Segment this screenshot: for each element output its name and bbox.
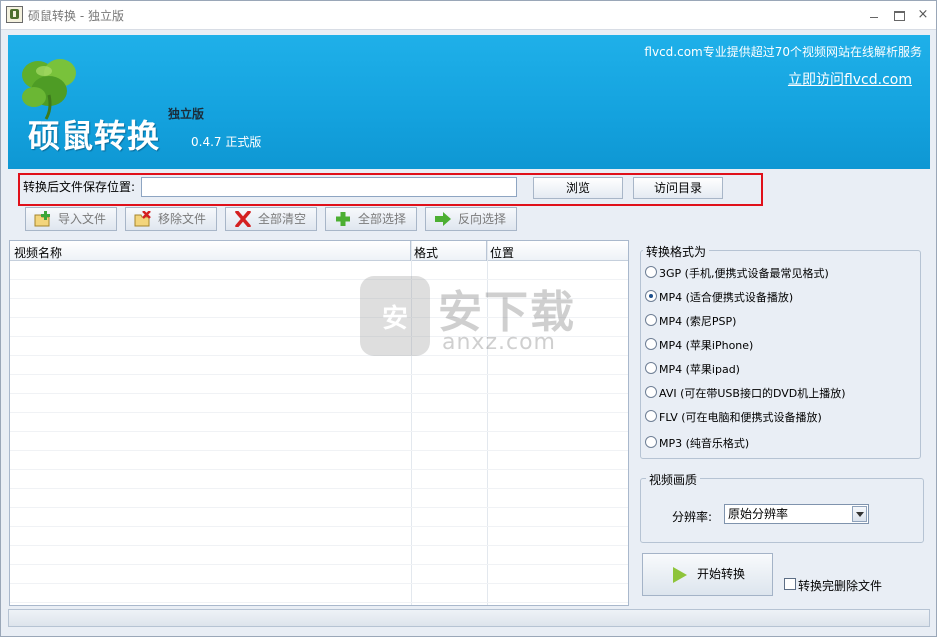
radio-button[interactable] [645,410,657,422]
remove-folder-icon [134,211,151,227]
app-icon [6,6,23,23]
radio-button[interactable] [645,362,657,374]
red-x-icon [235,211,251,227]
open-directory-button[interactable]: 访问目录 [633,177,723,199]
resolution-label: 分辨率: [672,510,713,524]
title-bar: 硕鼠转换 - 独立版 × [0,0,937,30]
table-row [10,470,628,489]
close-button[interactable]: × [913,6,933,24]
green-plus-icon [336,212,350,226]
start-convert-button[interactable]: 开始转换 [642,553,773,596]
delete-after-convert-checkbox[interactable] [784,578,796,590]
table-row [10,432,628,451]
status-bar [8,609,930,627]
green-arrow-right-icon [435,212,451,226]
column-format[interactable]: 格式 [414,244,438,261]
table-row [10,375,628,394]
column-video-name[interactable]: 视频名称 [14,244,62,261]
table-row [10,527,628,546]
window-title: 硕鼠转换 - 独立版 [28,9,124,23]
minimize-button[interactable] [864,6,884,24]
select-all-label: 全部选择 [358,212,407,226]
edition-label: 独立版 [168,107,205,121]
table-row [10,584,628,603]
remove-file-button[interactable]: 移除文件 [125,207,217,231]
watermark: 安下载 anxz.com [360,276,580,360]
resolution-value: 原始分辨率 [728,507,789,521]
radio-button-checked[interactable] [645,290,657,302]
table-row [10,413,628,432]
table-row [10,565,628,584]
table-row [10,546,628,565]
chevron-down-icon[interactable] [852,506,867,522]
column-location[interactable]: 位置 [490,244,514,261]
quality-group-title: 视频画质 [646,471,701,488]
table-row [10,394,628,413]
app-name: 硕鼠转换 [28,117,161,155]
remove-file-label: 移除文件 [158,212,207,226]
radio-button[interactable] [645,314,657,326]
resolution-select[interactable]: 原始分辨率 [724,504,869,524]
clear-all-label: 全部清空 [258,212,307,226]
radio-button[interactable] [645,338,657,350]
import-file-label: 导入文件 [58,212,107,226]
save-path-input[interactable] [141,177,517,197]
watermark-shield-icon [360,276,430,356]
version-label: 0.4.7 正式版 [191,135,262,149]
import-file-button[interactable]: 导入文件 [25,207,117,231]
visit-flvcd-link[interactable]: 立即访问flvcd.com [788,69,912,89]
delete-after-convert-label[interactable]: 转换完删除文件 [798,577,882,594]
format-group-title: 转换格式为 [643,243,710,260]
clear-all-button[interactable]: 全部清空 [225,207,317,231]
table-row [10,489,628,508]
invert-selection-button[interactable]: 反向选择 [425,207,517,231]
tagline-text: flvcd.com专业提供超过70个视频网站在线解析服务 [644,45,922,59]
start-convert-label: 开始转换 [697,567,746,581]
radio-button[interactable] [645,386,657,398]
watermark-domain: anxz.com [442,330,556,355]
radio-button[interactable] [645,266,657,278]
play-icon [673,567,687,583]
header-banner: 硕鼠转换 独立版 0.4.7 正式版 flvcd.com专业提供超过70个视频网… [8,35,930,169]
save-path-label: 转换后文件保存位置: [23,180,136,194]
format-group-box [640,250,921,459]
maximize-button[interactable] [889,6,909,24]
select-all-button[interactable]: 全部选择 [325,207,417,231]
table-header: 视频名称 格式 位置 [10,241,628,261]
invert-selection-label: 反向选择 [458,212,507,226]
browse-button[interactable]: 浏览 [533,177,623,199]
table-row [10,508,628,527]
table-row [10,451,628,470]
add-folder-icon [34,211,50,227]
radio-button[interactable] [645,436,657,448]
